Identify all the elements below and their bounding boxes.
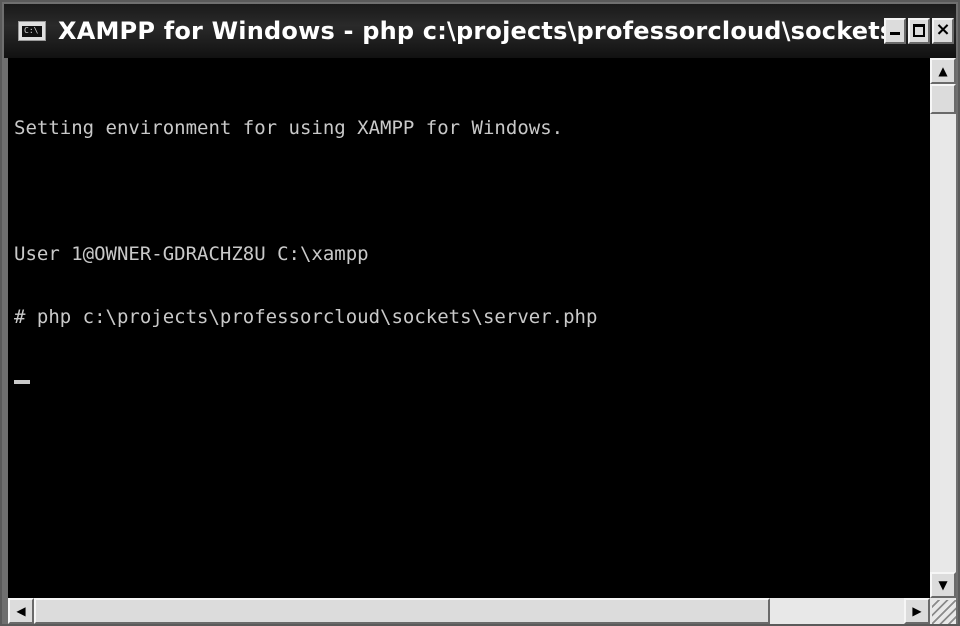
title-bar[interactable]: C:\ XAMPP for Windows - php c:\projects\… xyxy=(4,4,956,58)
console-output[interactable]: Setting environment for using XAMPP for … xyxy=(8,58,930,598)
console-line: Setting environment for using XAMPP for … xyxy=(14,117,564,139)
vertical-scroll-thumb[interactable] xyxy=(930,84,956,114)
console-app-icon-glyph: C:\ xyxy=(22,26,42,37)
scroll-right-button[interactable]: ▶ xyxy=(904,598,930,624)
console-line: User 1@OWNER-GDRACHZ8U C:\xampp xyxy=(14,243,369,265)
horizontal-scrollbar[interactable]: ◀ ▶ xyxy=(8,598,930,624)
close-button[interactable]: × xyxy=(932,18,954,44)
console-line: # php c:\projects\professorcloud\sockets… xyxy=(14,306,598,328)
minimize-button[interactable] xyxy=(884,18,906,44)
scroll-down-button[interactable]: ▼ xyxy=(930,572,956,598)
window-title: XAMPP for Windows - php c:\projects\prof… xyxy=(58,17,884,45)
vertical-scrollbar[interactable]: ▲ ▼ xyxy=(930,58,956,598)
scroll-up-button[interactable]: ▲ xyxy=(930,58,956,84)
console-window: C:\ XAMPP for Windows - php c:\projects\… xyxy=(0,0,960,626)
text-cursor xyxy=(14,380,30,384)
maximize-button[interactable] xyxy=(908,18,930,44)
window-controls: × xyxy=(884,18,954,44)
horizontal-scroll-thumb[interactable] xyxy=(34,598,770,624)
console-app-icon[interactable]: C:\ xyxy=(18,21,46,41)
resize-grip-icon[interactable] xyxy=(930,598,956,624)
scroll-left-button[interactable]: ◀ xyxy=(8,598,34,624)
